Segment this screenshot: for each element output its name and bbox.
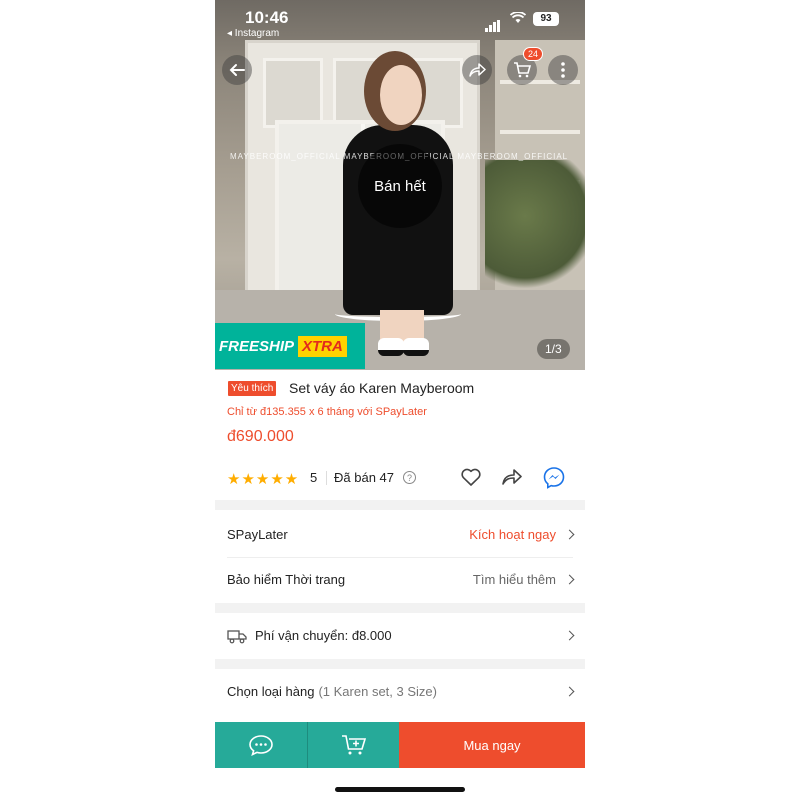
product-page: MAYBEROOM_OFFICIAL MAYBEROOM_OFFICIAL MA… — [215, 0, 585, 800]
cart-icon — [514, 62, 531, 78]
freeship-label: FREESHIP — [219, 337, 295, 355]
image-counter: 1/3 — [537, 339, 570, 359]
status-time: 10:46 — [245, 8, 289, 27]
buy-now-button[interactable]: Mua ngay — [399, 722, 585, 768]
fashion-insurance-label: Bảo hiểm Thời trang — [227, 572, 346, 587]
chat-button[interactable] — [215, 722, 307, 768]
learn-more-link[interactable]: Tìm hiểu thêm — [473, 572, 556, 587]
variant-selector-row[interactable]: Chọn loại hàng (1 Karen set, 3 Size) — [215, 669, 585, 714]
star-rating-icon: ★★★★★ — [227, 471, 300, 488]
chevron-right-icon — [564, 529, 575, 540]
background-plants — [485, 160, 585, 300]
share-icon — [469, 63, 486, 77]
fashion-insurance-row[interactable]: Bảo hiểm Thời trang Tìm hiểu thêm — [215, 557, 585, 602]
help-icon[interactable]: ? — [403, 471, 416, 484]
messenger-icon — [543, 467, 565, 489]
product-price: đ690.000 — [227, 428, 294, 445]
back-to-instagram-link[interactable]: ◂ Instagram — [227, 28, 279, 39]
add-to-cart-button[interactable] — [307, 722, 399, 768]
wifi-icon — [509, 11, 527, 27]
chevron-right-icon — [564, 574, 575, 585]
battery-indicator: 93 — [533, 12, 559, 26]
shipping-fee-row[interactable]: Phí vận chuyển: đ8.000 — [215, 613, 585, 658]
section-gap — [215, 603, 585, 613]
status-bar: 10:46 93 — [215, 8, 585, 32]
share-product-button[interactable] — [501, 466, 523, 493]
model-shoe-left — [378, 338, 404, 356]
cart-count-badge: 24 — [522, 47, 543, 61]
xtra-label: XTRA — [298, 335, 347, 357]
more-options-button[interactable] — [548, 55, 578, 85]
messenger-button[interactable] — [542, 466, 566, 495]
bottom-action-bar: Mua ngay — [215, 722, 585, 768]
product-title: Set váy áo Karen Mayberoom — [289, 380, 475, 396]
spaylater-row[interactable]: SPayLater Kích hoạt ngay — [215, 512, 585, 557]
chevron-right-icon — [564, 686, 575, 697]
share-button[interactable] — [462, 55, 492, 85]
variant-selector-detail: (1 Karen set, 3 Size) — [318, 684, 437, 699]
spaylater-label: SPayLater — [227, 527, 288, 542]
more-vertical-icon — [561, 62, 565, 78]
arrow-left-icon — [229, 64, 245, 76]
rating-value: 5 — [310, 470, 318, 485]
spaylater-installment-text[interactable]: Chỉ từ đ135.355 x 6 tháng với SPayLater — [227, 406, 427, 418]
section-gap — [215, 659, 585, 669]
sold-out-badge: Bán hết — [358, 144, 442, 228]
cart-button[interactable]: 24 — [507, 47, 543, 85]
chevron-right-icon — [564, 630, 575, 641]
rating-divider — [326, 471, 327, 485]
product-image[interactable]: MAYBEROOM_OFFICIAL MAYBEROOM_OFFICIAL MA… — [215, 0, 585, 370]
chat-icon — [249, 735, 273, 756]
share-icon — [502, 469, 522, 485]
home-indicator — [335, 787, 465, 792]
sold-count: Đã bán 47 — [334, 470, 394, 485]
heart-icon — [461, 468, 481, 486]
like-button[interactable] — [460, 466, 482, 493]
add-to-cart-icon — [341, 735, 366, 755]
truck-icon — [227, 628, 247, 644]
model-head — [380, 65, 422, 125]
variant-selector-label: Chọn loại hàng — [227, 684, 315, 699]
freeship-xtra-banner: FREESHIP XTRA — [215, 323, 365, 369]
shipping-fee-label: Phí vận chuyển: đ8.000 — [255, 628, 392, 643]
model-shoe-right — [403, 338, 429, 356]
favorite-tag: Yêu thích — [228, 381, 277, 396]
section-gap — [215, 500, 585, 510]
signal-icon — [485, 14, 501, 32]
spaylater-activate-link[interactable]: Kích hoạt ngay — [469, 527, 556, 542]
back-button[interactable] — [222, 55, 252, 85]
